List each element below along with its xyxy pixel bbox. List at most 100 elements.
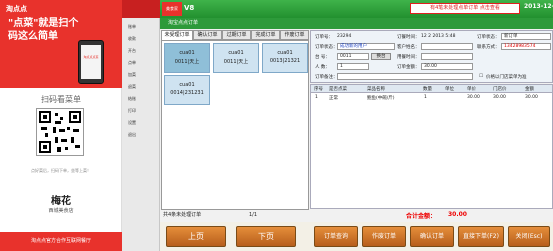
app-version: V8 [184,4,195,12]
column-header: 是否点菜 [329,87,347,92]
ad-footer: 淘点点官方合作互联网餐厅 [0,232,122,251]
checkbox-icon[interactable]: ☐ [479,74,483,79]
phone-icon: 淘点点点菜 [78,40,104,84]
void-order-button[interactable]: 作废订单 [362,226,406,247]
close-button[interactable]: 关闭(Esc) [508,226,550,247]
rail-item-order[interactable]: 点单 [128,60,136,66]
order-card-table: 0011|天上 [174,59,200,65]
phone-label: 联系方式： [477,45,500,50]
order-card[interactable]: cua01 0011|天上 [213,43,259,73]
customer-field: 成功新的用户 [337,43,395,50]
order-time-value: 12 2 2013 5:48 [421,34,456,39]
total-label: 合计金额： [406,213,437,220]
amount-label: 订单金额： [397,65,420,70]
order-tabs: 未受理订单 确认订单 过期订单 完成订单 作废订单 [161,30,309,40]
order-detail-form: 订单号： 23294 订餐时间： 12 2 2013 5:48 订单状态： 新订… [310,30,553,83]
action-bar: 上页 下页 订单查询 作废订单 确认订单 直接下单(F2) 关闭(Esc) [160,222,553,251]
remarks-label: 订单备注： [315,75,338,80]
status-label: 订单状态： [477,35,500,40]
tab-expired[interactable]: 过期订单 [222,30,251,40]
cell-price: 30.00 [467,95,480,100]
order-time-label: 订餐时间： [397,35,420,40]
tab-unprocessed[interactable]: 未受理订单 [161,30,193,40]
order-list-footer: 共4条未处理订单 1/1 [161,210,309,220]
pending-orders-alert[interactable]: 有4笔未处理点单订单 点击查看 [410,3,520,14]
cell-index: 1 [315,95,318,100]
cell-store-price: 30.00 [493,95,506,100]
tab-voided[interactable]: 作废订单 [280,30,309,40]
client-name-label: 客户姓名： [397,45,420,50]
people-field[interactable]: 1 [337,63,369,70]
price-check-label: 价格以门店菜单为准 [486,75,527,80]
rail-item-checkout[interactable]: 结账 [128,96,136,102]
ad-logo: 淘点点 [6,5,27,13]
cell-status: 正常 [329,96,338,101]
main-window: 美食家 V8 有4笔未处理点单订单 点击查看 2013-12-20 淘宝点点订单… [160,0,553,251]
cell-quantity: 1 [424,95,427,100]
confirm-order-button[interactable]: 确认订单 [410,226,454,247]
ad-caption: 点好菜后，扫码下单，坐等上菜！ [31,168,91,173]
status-field: 新订单 [501,33,551,40]
people-label: 人 数： [315,65,330,70]
customer-label: 订单状态： [315,45,338,50]
total-bar: 合计金额： 30.00 [310,210,553,220]
table-row[interactable]: 1 正常 鲍鱼(中碗/斤) 1 30.00 30.00 30.00 [311,94,552,102]
order-card[interactable]: cua01 0011|天上 [164,43,210,73]
order-no-value: 23294 [337,34,352,39]
phone-screen-text: 淘点点点菜 [83,55,99,59]
rail-item-exit[interactable]: 退出 [128,132,136,138]
order-card-name: cua01 [179,50,195,56]
meal-time-field[interactable] [421,53,473,60]
total-value: 30.00 [448,211,467,218]
table-field[interactable]: 0011 [337,53,369,60]
column-header: 序号 [314,87,323,92]
next-page-button[interactable]: 下页 [236,226,296,247]
column-header: 金额 [525,87,534,92]
order-card-name: cua01 [228,50,244,56]
order-card-name: cua01 [179,82,195,88]
order-card-table: 0013|21321 [269,58,301,64]
phone-screen: 淘点点点菜 [81,45,101,79]
qr-code-icon [36,108,84,156]
order-query-button[interactable]: 订单查询 [314,226,358,247]
rail-item-print[interactable]: 打印 [128,108,136,114]
ad-shop-subtitle: 西城美食店 [48,208,74,214]
table-header: 序号 是否点菜 菜品名称 数量 单位 单价 门店价 金额 [311,85,552,93]
rail-item-settings[interactable]: 设置 [128,120,136,126]
direct-order-button[interactable]: 直接下单(F2) [458,226,504,247]
rail-item-add[interactable]: 加菜 [128,72,136,78]
rail-item-bill[interactable]: 账单 [128,24,136,30]
sub-title-bar: 淘宝点点订单 [160,18,553,29]
column-header: 数量 [423,87,432,92]
rail-header [122,0,160,18]
rail-item-open[interactable]: 开台 [128,48,136,54]
ad-banner: 淘点点 "点菜"就是扫个码这么简单 淘点点点菜 [0,0,122,88]
tab-confirmed[interactable]: 确认订单 [193,30,222,40]
app-logo: 美食家 [162,2,182,16]
ad-headline: "点菜"就是扫个码这么简单 [8,18,79,42]
title-bar: 美食家 V8 有4笔未处理点单订单 点击查看 2013-12-20 [160,0,553,18]
side-rail: 账单 收款 开台 点单 加菜 退菜 结账 打印 设置 退出 [122,0,160,251]
order-card[interactable]: cua01 0014|231231 [164,75,210,105]
order-card-table: 0014|231231 [170,90,204,96]
prev-page-button[interactable]: 上页 [166,226,226,247]
rail-item-receipt[interactable]: 收款 [128,36,136,42]
order-no-label: 订单号： [315,35,333,40]
dish-table: 序号 是否点菜 菜品名称 数量 单位 单价 门店价 金额 1 正常 鲍鱼(中碗/… [310,84,553,209]
table-label: 台 号： [315,55,330,60]
tab-completed[interactable]: 完成订单 [251,30,280,40]
remarks-field[interactable] [337,73,473,80]
meal-time-label: 用餐时间： [397,55,420,60]
rail-item-return[interactable]: 退菜 [128,84,136,90]
order-card[interactable]: cua01 0013|21321 [262,43,308,73]
datetime: 2013-12-20 [524,3,553,10]
switch-table-button[interactable]: 换台 [371,53,391,60]
ad-shop-name: 梅花 [51,196,71,207]
client-name-field[interactable] [421,43,473,50]
cell-amount: 30.00 [525,95,538,100]
cell-dish-name: 鲍鱼(中碗/斤) [367,96,395,101]
column-header: 单价 [467,87,476,92]
column-header: 门店价 [493,87,507,92]
column-header: 菜品名称 [367,87,385,92]
phone-field: 13428983574 [501,43,551,50]
